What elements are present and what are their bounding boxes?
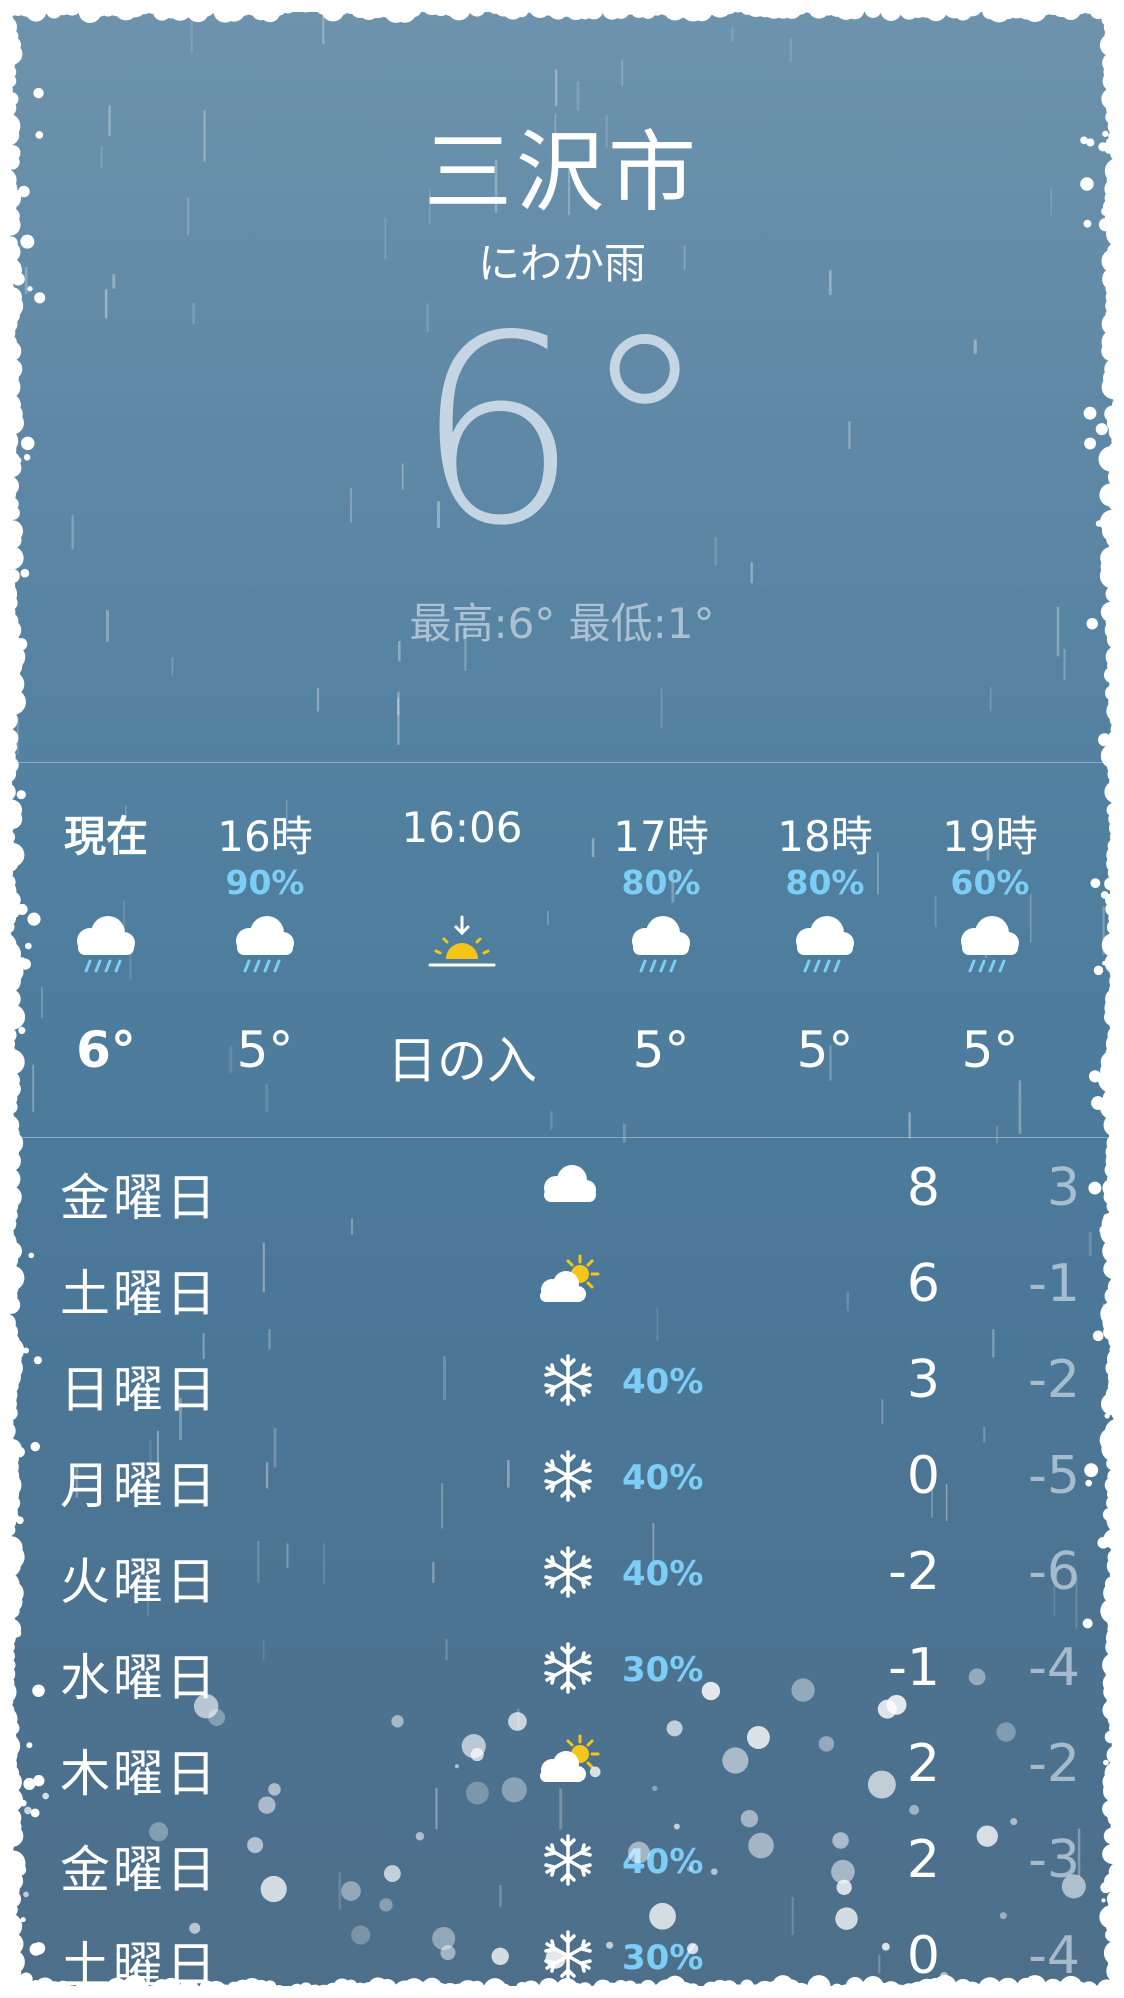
day-low: -1 [1028, 1254, 1080, 1314]
hour-time: 19時 [942, 812, 1038, 861]
day-name: 金曜日 [60, 1841, 219, 1899]
day-name: 火曜日 [60, 1553, 219, 1611]
hour-precip: 60% [950, 863, 1030, 902]
day-low: -5 [1028, 1446, 1080, 1506]
snowflake-icon [528, 1632, 608, 1702]
snowflake-icon [528, 1344, 608, 1414]
hour-time: 16時 [217, 812, 313, 861]
day-high: 6 [906, 1254, 940, 1314]
hour-temp: 5° [236, 1021, 294, 1079]
hour-precip: 80% [621, 863, 701, 902]
day-high: 0 [906, 1446, 940, 1506]
day-low: -4 [1028, 1926, 1080, 1986]
daily-row: 土曜日 6 -1 [10, 1236, 1114, 1332]
day-name: 土曜日 [60, 1265, 219, 1323]
daily-row: 火曜日 40% -2 -6 [10, 1524, 1114, 1620]
day-precip: 30% [622, 1938, 704, 1978]
snowflake-icon [528, 1824, 608, 1894]
daily-row: 水曜日 30% -1 -4 [10, 1620, 1114, 1716]
daily-row: 金曜日 8 3 [10, 1140, 1114, 1236]
current-temperature: 6° [414, 281, 710, 583]
hour-time: 2 [1060, 803, 1114, 852]
hour-temp: 5° [961, 1021, 1019, 1079]
hour-temp: 5° [632, 1021, 690, 1079]
day-high: 2 [906, 1734, 940, 1794]
daily-row: 日曜日 40% 3 -2 [10, 1332, 1114, 1428]
snowflake-icon [528, 1920, 608, 1986]
day-precip: 40% [622, 1554, 704, 1594]
day-precip: 40% [622, 1842, 704, 1882]
daily-row: 土曜日 30% 0 -4 [10, 1908, 1114, 1986]
day-name: 水曜日 [60, 1649, 219, 1707]
daily-row: 木曜日 2 -2 [10, 1716, 1114, 1812]
rain-cloud-icon [785, 911, 865, 981]
day-low: -2 [1028, 1350, 1080, 1410]
day-high: -2 [888, 1542, 940, 1602]
daily-row: 月曜日 40% 0 -5 [10, 1428, 1114, 1524]
city-name: 三沢市 [423, 121, 700, 224]
snowflake-icon [528, 1440, 608, 1510]
hour-time: 16:06 [401, 803, 523, 852]
day-high: 8 [906, 1158, 940, 1218]
hour-precip: 90% [225, 863, 305, 902]
day-name: 木曜日 [60, 1745, 219, 1803]
weather-screen[interactable]: 三沢市 にわか雨 6° 最高:6° 最低:1° 現在 6° 16時 90% 5°… [10, 12, 1114, 1986]
day-low: -4 [1028, 1638, 1080, 1698]
day-name: 金曜日 [60, 1169, 219, 1227]
day-precip: 40% [622, 1458, 704, 1498]
day-high: -1 [888, 1638, 940, 1698]
rain-cloud-icon [621, 911, 701, 981]
day-precip: 40% [622, 1362, 704, 1402]
cloud-icon [528, 1152, 608, 1222]
daily-row: 金曜日 40% 2 -3 [10, 1812, 1114, 1908]
hourly-forecast[interactable]: 現在 6° 16時 90% 5° 16:06 日の入 17時 80% 5° 18… [10, 762, 1114, 1138]
day-high: 2 [906, 1830, 940, 1890]
hour-time: 現在 [63, 812, 148, 861]
hour-temp: 6° [76, 1021, 136, 1079]
hour-temp: 日の入 [387, 1032, 537, 1090]
day-name: 日曜日 [60, 1361, 219, 1419]
day-name: 月曜日 [60, 1457, 219, 1515]
rain-cloud-icon [950, 911, 1030, 981]
rain-cloud-icon [66, 911, 146, 981]
hour-time: 18時 [777, 812, 873, 861]
hour-temp: 5° [796, 1021, 854, 1079]
rain-cloud-icon [225, 911, 305, 981]
day-name: 土曜日 [60, 1937, 219, 1986]
day-precip: 30% [622, 1650, 704, 1690]
partly-sunny-icon [528, 1248, 608, 1318]
day-low: -6 [1028, 1542, 1080, 1602]
sunset-icon [422, 911, 502, 981]
day-low: 3 [1046, 1158, 1080, 1218]
high-low-temperature: 最高:6° 最低:1° [409, 599, 715, 648]
hour-precip: 80% [785, 863, 865, 902]
day-high: 3 [906, 1350, 940, 1410]
snowflake-icon [528, 1536, 608, 1606]
day-high: 0 [906, 1926, 940, 1986]
day-low: -3 [1028, 1830, 1080, 1890]
day-low: -2 [1028, 1734, 1080, 1794]
partly-sunny-icon [528, 1728, 608, 1798]
hour-time: 17時 [613, 812, 709, 861]
